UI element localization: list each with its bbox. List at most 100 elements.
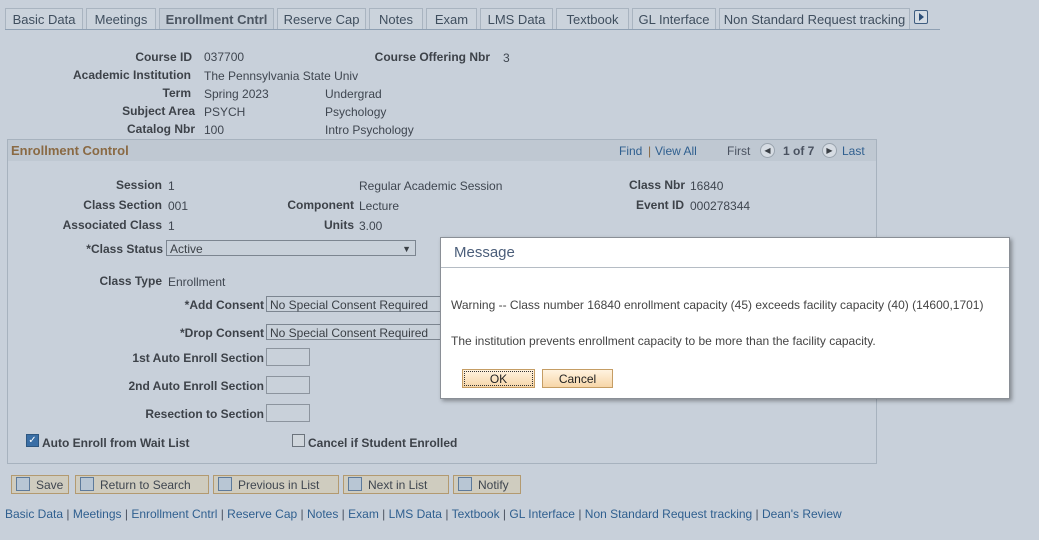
add-consent-label: *Add Consent	[184, 298, 264, 312]
class-status-select[interactable]: Active ▼	[166, 240, 416, 256]
institution-label: Academic Institution	[72, 68, 191, 82]
save-button[interactable]: Save	[11, 475, 69, 494]
auto-enroll-1-input[interactable]	[266, 348, 310, 366]
component-label: Component	[287, 198, 354, 212]
separator: |	[217, 507, 228, 521]
class-section-label: Class Section	[83, 198, 162, 212]
auto-enroll-2-input[interactable]	[266, 376, 310, 394]
auto-enroll-2-label: 2nd Auto Enroll Section	[128, 379, 264, 393]
first-label: First	[727, 144, 751, 158]
course-offering-value: 3	[503, 51, 510, 65]
previous-label: Previous in List	[238, 478, 320, 492]
class-status-label: *Class Status	[86, 242, 163, 256]
course-id-value: 037700	[204, 50, 245, 64]
separator: |	[441, 507, 452, 521]
separator: |	[752, 507, 763, 521]
tab-meetings[interactable]: Meetings	[86, 8, 156, 30]
footer-links: Basic Data | Meetings | Enrollment Cntrl…	[5, 507, 842, 521]
session-label: Session	[115, 178, 162, 192]
footer-link[interactable]: Dean's Review	[762, 507, 842, 521]
ok-button[interactable]: OK	[462, 369, 535, 388]
cancel-if-enrolled-checkbox[interactable]	[292, 434, 305, 447]
footer-link[interactable]: Textbook	[452, 507, 500, 521]
tab-lms-data[interactable]: LMS Data	[480, 8, 553, 30]
tab-enrollment-cntrl[interactable]: Enrollment Cntrl	[159, 8, 274, 30]
panel-header: Enrollment Control Find | View All First…	[8, 140, 876, 161]
class-status-value: Active	[170, 242, 203, 256]
tab-basic-data[interactable]: Basic Data	[5, 8, 83, 30]
footer-link[interactable]: GL Interface	[509, 507, 575, 521]
footer-link[interactable]: Meetings	[73, 507, 122, 521]
tab-non-standard-request[interactable]: Non Standard Request tracking	[719, 8, 910, 30]
tab-notes[interactable]: Notes	[369, 8, 423, 30]
separator: |	[499, 507, 510, 521]
component-value: Lecture	[359, 199, 400, 213]
class-nbr-label: Class Nbr	[628, 178, 685, 192]
cancel-button[interactable]: Cancel	[542, 369, 613, 388]
footer-link[interactable]: LMS Data	[389, 507, 442, 521]
footer-link[interactable]: Basic Data	[5, 507, 63, 521]
session-value: 1	[168, 179, 175, 193]
class-nbr-value: 16840	[690, 179, 724, 193]
notify-icon	[458, 477, 472, 491]
dialog-warning: Warning -- Class number 16840 enrollment…	[451, 298, 984, 312]
dialog-info: The institution prevents enrollment capa…	[451, 334, 876, 348]
previous-in-list-button[interactable]: Previous in List	[213, 475, 339, 494]
footer-link[interactable]: Enrollment Cntrl	[131, 507, 217, 521]
return-to-search-button[interactable]: Return to Search	[75, 475, 209, 494]
auto-enroll-wait-list-checkbox[interactable]: ✓	[26, 434, 39, 447]
add-consent-select[interactable]: No Special Consent Required	[266, 296, 446, 312]
auto-enroll-1-label: 1st Auto Enroll Section	[132, 351, 264, 365]
resection-label: Resection to Section	[145, 407, 264, 421]
row-count: 1 of 7	[783, 144, 815, 158]
tab-gl-interface[interactable]: GL Interface	[632, 8, 716, 30]
cancel-if-enrolled-label: Cancel if Student Enrolled	[308, 436, 458, 450]
resection-input[interactable]	[266, 404, 310, 422]
tab-divider	[5, 29, 940, 30]
notify-button[interactable]: Notify	[453, 475, 521, 494]
add-consent-value: No Special Consent Required	[270, 298, 429, 312]
next-in-list-button[interactable]: Next in List	[343, 475, 449, 494]
subject-value: PSYCH	[204, 105, 246, 119]
tab-reserve-cap[interactable]: Reserve Cap	[277, 8, 366, 30]
last-link[interactable]: Last	[842, 144, 865, 158]
notify-label: Notify	[478, 478, 509, 492]
separator: |	[378, 507, 389, 521]
previous-row-icon[interactable]: ◀	[760, 143, 775, 158]
career-value: Undergrad	[325, 87, 382, 101]
term-label: Term	[162, 86, 191, 100]
drop-consent-label: *Drop Consent	[180, 326, 264, 340]
separator: |	[121, 507, 132, 521]
auto-enroll-wait-list-label: Auto Enroll from Wait List	[42, 436, 190, 450]
units-value: 3.00	[359, 219, 383, 233]
search-icon	[80, 477, 94, 491]
save-icon	[16, 477, 30, 491]
footer-link[interactable]: Exam	[348, 507, 379, 521]
footer-link[interactable]: Notes	[307, 507, 338, 521]
next-tab-arrow-icon[interactable]	[914, 10, 928, 24]
subject-desc: Psychology	[325, 105, 387, 119]
find-link[interactable]: Find	[619, 144, 642, 158]
separator: |	[63, 507, 73, 521]
dialog-divider	[441, 267, 1009, 268]
tab-textbook[interactable]: Textbook	[556, 8, 629, 30]
footer-link[interactable]: Non Standard Request tracking	[585, 507, 752, 521]
tab-exam[interactable]: Exam	[426, 8, 477, 30]
catalog-value: 100	[204, 123, 225, 137]
term-value: Spring 2023	[204, 87, 269, 101]
class-type-label: Class Type	[99, 274, 162, 288]
separator: |	[574, 507, 585, 521]
class-section-value: 001	[168, 199, 189, 213]
separator: |	[297, 507, 307, 521]
event-id-value: 000278344	[690, 199, 751, 213]
footer-link[interactable]: Reserve Cap	[227, 507, 297, 521]
drop-consent-value: No Special Consent Required	[270, 326, 429, 340]
drop-consent-select[interactable]: No Special Consent Required	[266, 324, 446, 340]
next-row-icon[interactable]: ▶	[822, 143, 837, 158]
view-all-link[interactable]: View All	[655, 144, 697, 158]
catalog-label: Catalog Nbr	[126, 122, 195, 136]
course-offering-label: Course Offering Nbr	[374, 50, 490, 64]
next-label: Next in List	[368, 478, 428, 492]
chevron-down-icon: ▼	[402, 244, 411, 254]
panel-title: Enrollment Control	[11, 143, 129, 158]
